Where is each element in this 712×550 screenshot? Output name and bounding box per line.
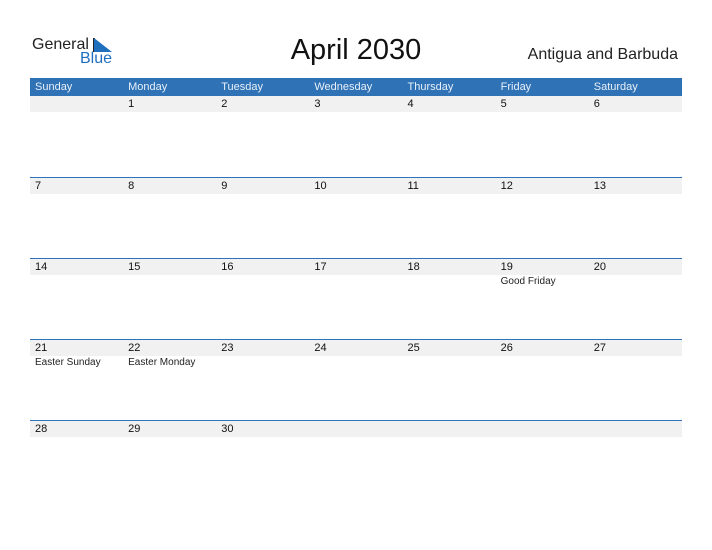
day-number: 12 [500,180,513,192]
day-number: 5 [500,98,507,110]
holiday-label: Good Friday [500,276,556,287]
day-number: 23 [221,342,234,354]
day-number: 17 [314,261,327,273]
day-number: 19 [500,261,513,273]
date-bar: 28 29 30 [30,421,682,437]
day-number: 25 [407,342,420,354]
date-bar: 14 15 16 17 18 19 20 [30,259,682,275]
holiday-label [309,275,402,289]
weekday-thursday: Thursday [407,81,454,93]
week-row: 28 29 30 [30,420,682,501]
week-row: 21 22 23 24 25 26 27 Easter Sunday Easter Monday [30,339,682,420]
day-number: 4 [407,98,414,110]
weekday-tuesday: Tuesday [221,81,264,93]
holiday-label [589,275,682,289]
events-row: Easter Sunday Easter Monday [30,356,682,370]
day-number: 18 [407,261,420,273]
holiday-label [123,275,216,289]
holiday-label: Easter Sunday [35,357,101,368]
day-number: 24 [314,342,327,354]
day-number: 28 [35,423,48,435]
day-number: 22 [128,342,141,354]
day-number: 10 [314,180,327,192]
weekday-header: Sunday Monday Tuesday Wednesday Thursday… [30,78,682,96]
day-number: 14 [35,261,48,273]
day-number: 8 [128,180,135,192]
holiday-label [309,356,402,370]
weekday-monday: Monday [128,81,168,93]
calendar: Sunday Monday Tuesday Wednesday Thursday… [30,78,682,501]
day-number: 29 [128,423,141,435]
week-row: 1 2 3 4 5 6 [30,96,682,177]
holiday-label [216,275,309,289]
day-number [403,421,496,437]
day-number [30,96,123,112]
day-number [496,421,589,437]
events-row: Good Friday [30,275,682,289]
day-number [589,421,682,437]
day-number: 11 [407,180,419,192]
weekday-friday: Friday [500,81,532,93]
day-number: 30 [221,423,234,435]
day-number: 15 [128,261,141,273]
date-bar: 21 22 23 24 25 26 27 [30,340,682,356]
day-number: 7 [35,180,42,192]
day-number [309,421,402,437]
weekday-saturday: Saturday [593,81,638,93]
weekday-wednesday: Wednesday [314,81,373,93]
weeks-container: 1 2 3 4 5 6 7 8 9 10 11 12 13 14 15 16 17 18 19 20 Good Frid… [30,96,682,501]
day-number: 3 [314,98,321,110]
day-number: 16 [221,261,234,273]
day-number: 21 [35,342,48,354]
holiday-label: Easter Monday [128,357,196,368]
day-number: 6 [593,98,600,110]
day-number: 9 [221,180,228,192]
day-number: 20 [593,261,606,273]
holiday-label [30,275,123,289]
day-number: 1 [128,98,135,110]
holiday-label [403,356,496,370]
day-number: 13 [593,180,606,192]
day-number: 27 [593,342,606,354]
holiday-label [216,356,309,370]
week-row: 7 8 9 10 11 12 13 [30,177,682,258]
day-number: 2 [221,98,228,110]
date-bar: 7 8 9 10 11 12 13 [30,178,682,194]
holiday-label [496,356,589,370]
weekday-sunday: Sunday [35,81,73,93]
country-name: Antigua and Barbuda [527,46,678,63]
holiday-label [589,356,682,370]
day-number: 26 [500,342,513,354]
week-row: 14 15 16 17 18 19 20 Good Friday [30,258,682,339]
holiday-label [403,275,496,289]
date-bar: 1 2 3 4 5 6 [30,96,682,112]
